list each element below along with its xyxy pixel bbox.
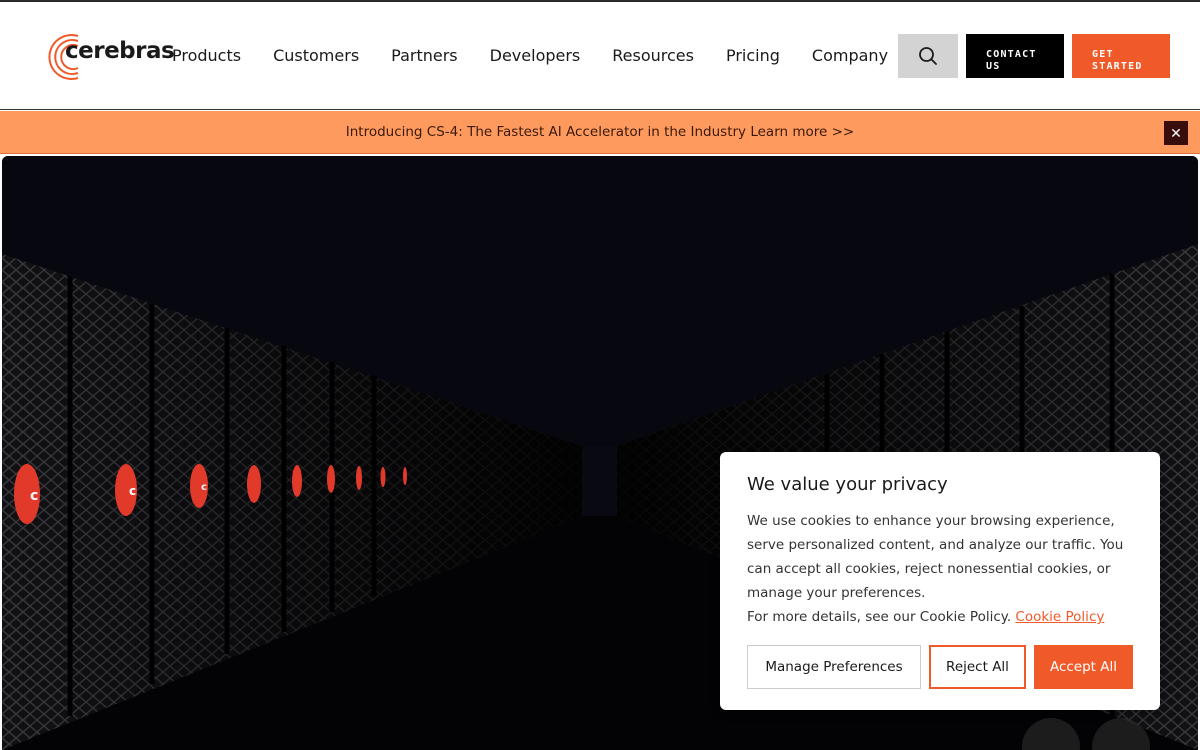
banner-link[interactable]: Introducing CS-4: The Fastest AI Acceler… (0, 124, 1200, 140)
nav-products[interactable]: Products (172, 45, 241, 67)
cerebras-logo[interactable]: cerebras (48, 32, 175, 82)
search-button[interactable] (898, 34, 958, 78)
cookie-policy-line: For more details, see our Cookie Policy.… (747, 605, 1137, 629)
manage-preferences-button[interactable]: Manage Preferences (747, 645, 921, 689)
search-icon (919, 47, 937, 65)
contact-label-line2: US (986, 61, 1001, 72)
contact-us-button[interactable]: CONTACT US (966, 34, 1064, 78)
nav-company[interactable]: Company (812, 45, 888, 67)
nav-resources[interactable]: Resources (612, 45, 694, 67)
main-nav: Products Customers Partners Developers R… (172, 45, 888, 67)
nav-customers[interactable]: Customers (273, 45, 359, 67)
started-label-line1: GET (1092, 49, 1114, 60)
cookie-policy-link[interactable]: Cookie Policy (1015, 609, 1104, 625)
started-label-line2: STARTED (1092, 61, 1143, 72)
svg-text:c: c (201, 482, 207, 493)
nav-pricing[interactable]: Pricing (726, 45, 780, 67)
cookie-description: We use cookies to enhance your browsing … (747, 513, 1124, 601)
site-header: cerebras Products Customers Partners Dev… (0, 2, 1200, 110)
svg-text:c: c (129, 484, 136, 498)
reject-all-button[interactable]: Reject All (929, 645, 1026, 689)
cookie-consent-dialog: We value your privacy We use cookies to … (720, 452, 1160, 710)
contact-label-line1: CONTACT (986, 49, 1037, 60)
get-started-button[interactable]: GET STARTED (1072, 34, 1170, 78)
announcement-banner: Introducing CS-4: The Fastest AI Acceler… (0, 111, 1200, 154)
svg-text:c: c (30, 488, 38, 504)
accept-all-button[interactable]: Accept All (1034, 645, 1133, 689)
logo-wordmark: cerebras (65, 38, 175, 64)
cookie-title: We value your privacy (747, 474, 948, 495)
close-icon[interactable]: ✕ (1164, 121, 1188, 145)
cookie-policy-prefix: For more details, see our Cookie Policy. (747, 609, 1012, 625)
nav-partners[interactable]: Partners (391, 45, 457, 67)
nav-developers[interactable]: Developers (490, 45, 581, 67)
